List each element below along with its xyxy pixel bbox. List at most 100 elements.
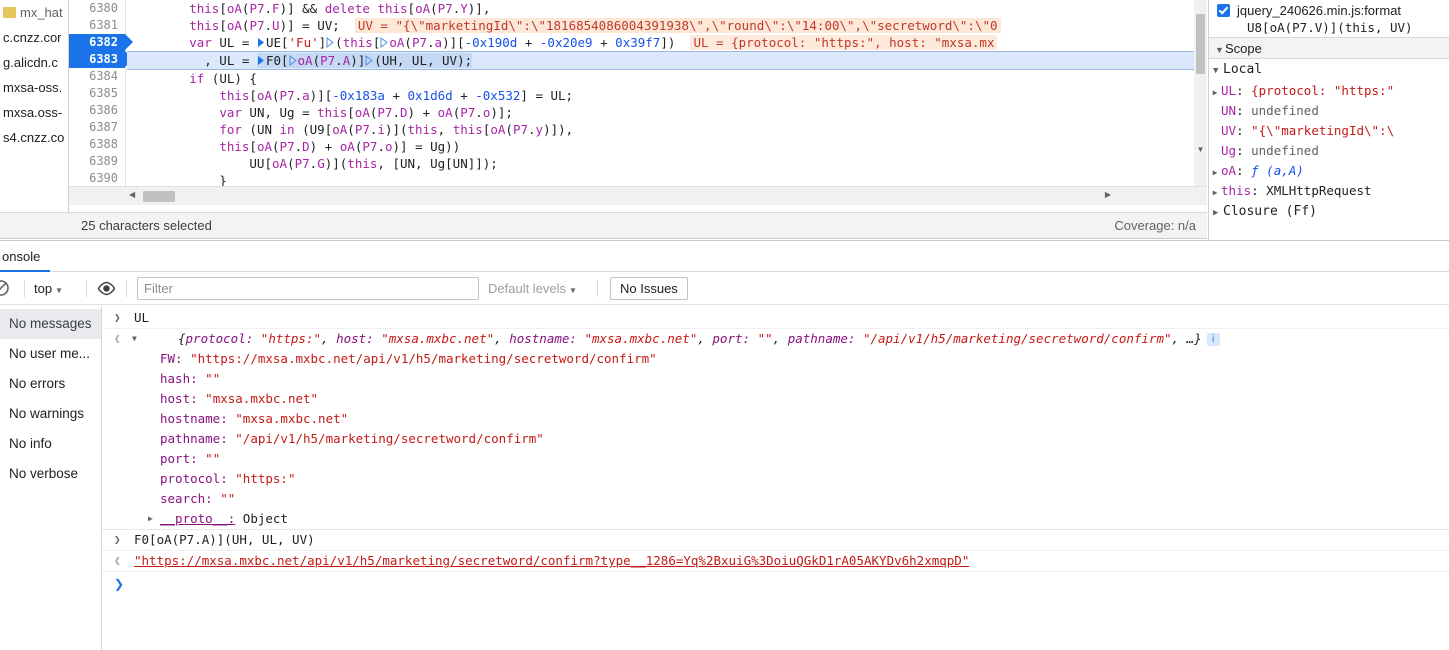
line-number[interactable]: 6388 <box>69 136 125 153</box>
tab-console[interactable]: onsole <box>0 241 51 272</box>
code-line-6386[interactable]: var UN, Ug = this[oA(P7.D) + oA(P7.o)]; <box>127 104 1207 121</box>
line-number[interactable]: 6384 <box>69 68 125 85</box>
file-navigator-tree[interactable]: mx_hat c.cnzz.cor g.alicdn.c mxsa-oss. m… <box>0 0 69 212</box>
object-property-port: port: "" <box>102 449 1449 469</box>
code-line-6390[interactable]: } <box>127 172 1207 186</box>
scope-var-value: undefined <box>1251 103 1319 118</box>
toolbar-divider <box>24 280 25 297</box>
execution-context-selector[interactable]: top ▼ <box>34 280 63 298</box>
console-filter-no-user-messages[interactable]: No user me... <box>0 339 101 369</box>
scope-local-root[interactable]: ▼ Local <box>1209 59 1449 81</box>
line-number[interactable]: 6387 <box>69 119 125 136</box>
console-input-message[interactable]: ❯ UL <box>102 308 1449 329</box>
tree-item-label: mx_hat <box>20 5 63 20</box>
chevron-right-icon[interactable]: ▶ <box>148 509 153 529</box>
tree-item-2[interactable]: g.alicdn.c <box>0 50 68 75</box>
step-into-marker-outline-icon[interactable] <box>380 37 389 48</box>
code-line-6382[interactable]: var UL = UE['Fu'] (this[oA(P7.a)][-0x190d… <box>127 34 1207 51</box>
code-line-6385[interactable]: this[oA(P7.a)][-0x183a + 0x1d6d + -0x532… <box>127 87 1207 104</box>
console-output-object[interactable]: ❮ ▼ {protocol: "https:", host: "mxsa.mxb… <box>102 329 1449 349</box>
scope-var-UN[interactable]: UN: undefined <box>1209 101 1449 121</box>
console-filter-no-verbose[interactable]: No verbose <box>0 459 101 489</box>
step-into-marker-outline-icon[interactable] <box>326 37 335 48</box>
scope-var-oA[interactable]: ▶ oA: ƒ (a,A) <box>1209 161 1449 181</box>
tree-item-1[interactable]: c.cnzz.cor <box>0 25 68 50</box>
code-line-6381[interactable]: this[oA(P7.U)] = UV; UV = "{\"marketingI… <box>127 17 1207 34</box>
tree-item-label: mxsa-oss. <box>3 80 63 95</box>
log-level-selector[interactable]: Default levels ▼ <box>488 280 577 298</box>
console-prompt[interactable]: ❯ <box>102 572 1449 596</box>
chevron-down-icon[interactable]: ▼ <box>132 329 137 349</box>
editor-horizontal-scrollbar[interactable]: ◀ ▶ <box>69 186 1207 205</box>
console-output-url-link[interactable]: "https://mxsa.mxbc.net/api/v1/h5/marketi… <box>134 553 969 568</box>
console-filter-no-warnings[interactable]: No warnings <box>0 399 101 429</box>
chevron-down-icon[interactable]: ▼ <box>1213 60 1223 82</box>
step-into-marker-icon[interactable] <box>257 55 266 66</box>
chevron-down-icon[interactable]: ▼ <box>1194 143 1207 156</box>
code-line-6389[interactable]: UU[oA(P7.G)](this, [UN, Ug[UN]]); <box>127 155 1207 172</box>
chevron-right-icon[interactable]: ▶ <box>1209 183 1221 201</box>
console-input-message-2[interactable]: ❯ F0[oA(P7.A)](UH, UL, UV) <box>102 530 1449 551</box>
console-filter-no-messages[interactable]: No messages <box>0 309 101 339</box>
line-number-breakpoint-active[interactable]: 6383 <box>69 51 133 68</box>
line-number[interactable]: 6385 <box>69 85 125 102</box>
scope-var-this[interactable]: ▶ this: XMLHttpRequest <box>1209 181 1449 201</box>
scope-var-UV[interactable]: UV: "{\"marketingId\":\ <box>1209 121 1449 141</box>
step-into-marker-icon[interactable] <box>257 37 266 48</box>
editor-vertical-scrollbar[interactable]: ▼ <box>1194 0 1207 186</box>
scope-var-Ug[interactable]: Ug: undefined <box>1209 141 1449 161</box>
tree-item-3[interactable]: mxsa-oss. <box>0 75 68 100</box>
call-stack-frame[interactable]: jquery_240626.min.js:format <box>1209 0 1449 18</box>
scope-var-UL[interactable]: ▶ UL: {protocol: "https:" <box>1209 81 1449 101</box>
editor-gutter[interactable]: 6380 6381 6382 6383 6384 6385 6386 6387 … <box>69 0 133 186</box>
code-line-6384[interactable]: if (UL) { <box>127 70 1207 87</box>
step-into-marker-outline-icon[interactable] <box>289 55 298 66</box>
scope-section-header[interactable]: ▼Scope <box>1209 37 1449 59</box>
scope-var-name: UV <box>1221 123 1237 138</box>
code-line-6387[interactable]: for (UN in (U9[oA(P7.i)](this, this[oA(P… <box>127 121 1207 138</box>
object-value: "https:" <box>260 331 322 346</box>
scrollbar-thumb-horizontal[interactable] <box>143 191 175 202</box>
line-number[interactable]: 6389 <box>69 153 125 170</box>
step-into-marker-outline-icon[interactable] <box>365 55 374 66</box>
tree-item-4[interactable]: mxsa.oss- <box>0 100 68 125</box>
inline-value-hint-6382: UL = {protocol: "https:", host: "mxsa.mx <box>690 35 998 50</box>
object-key: pathname: <box>787 331 863 346</box>
code-line-6380[interactable]: this[oA(P7.F)] && delete this[oA(P7.Y)], <box>127 0 1207 17</box>
console-filter-no-info[interactable]: No info <box>0 429 101 459</box>
property-key: FW: <box>160 351 183 366</box>
call-stack-frame-sub: U8[oA(P7.V)](this, UV) <box>1247 20 1413 35</box>
code-line-6388[interactable]: this[oA(P7.D) + oA(P7.o)] = Ug)) <box>127 138 1207 155</box>
issues-button[interactable]: No Issues <box>610 277 688 300</box>
tree-item-0[interactable]: mx_hat <box>0 0 68 25</box>
console-filter-no-errors[interactable]: No errors <box>0 369 101 399</box>
chevron-right-icon[interactable]: ▶ <box>1209 163 1221 181</box>
source-code-editor[interactable]: 6380 6381 6382 6383 6384 6385 6386 6387 … <box>69 0 1207 186</box>
line-number[interactable]: 6380 <box>69 0 125 17</box>
object-property-proto[interactable]: ▶ __proto__: Object <box>102 509 1449 530</box>
scope-closure-row[interactable]: ▶ Closure (Ff) <box>1209 201 1449 223</box>
line-number[interactable]: 6386 <box>69 102 125 119</box>
info-badge-icon[interactable]: i <box>1206 333 1220 346</box>
line-number-breakpoint[interactable]: 6382 <box>69 34 133 51</box>
checkbox-checked-icon[interactable] <box>1217 4 1230 17</box>
clear-console-icon[interactable] <box>0 279 10 297</box>
scrollbar-thumb[interactable] <box>1196 14 1205 74</box>
console-output-url[interactable]: ❮ "https://mxsa.mxbc.net/api/v1/h5/marke… <box>102 551 1449 572</box>
scope-var-name: UN <box>1221 103 1237 118</box>
code-line-6383-current[interactable]: , UL = F0[oA(P7.A)] (UH, UL, UV); <box>127 51 1207 70</box>
chevron-right-icon[interactable]: ▶ <box>1105 190 1111 199</box>
live-expression-icon[interactable] <box>97 279 116 298</box>
tree-item-5[interactable]: s4.cnzz.co <box>0 125 68 150</box>
line-number[interactable]: 6381 <box>69 17 125 34</box>
tree-item-label: c.cnzz.cor <box>3 30 62 45</box>
console-filter-input[interactable] <box>137 277 479 300</box>
chevron-right-icon[interactable]: ▶ <box>1213 202 1223 224</box>
object-property-protocol: protocol: "https:" <box>102 469 1449 489</box>
console-sidebar: No messages No user me... No errors No w… <box>0 306 102 650</box>
chevron-right-icon[interactable]: ▶ <box>1209 83 1221 101</box>
chevron-left-icon[interactable]: ◀ <box>129 190 135 199</box>
line-number[interactable]: 6390 <box>69 170 125 186</box>
code-lines[interactable]: this[oA(P7.F)] && delete this[oA(P7.Y)],… <box>127 0 1207 186</box>
log-level-label: Default levels <box>488 281 567 296</box>
